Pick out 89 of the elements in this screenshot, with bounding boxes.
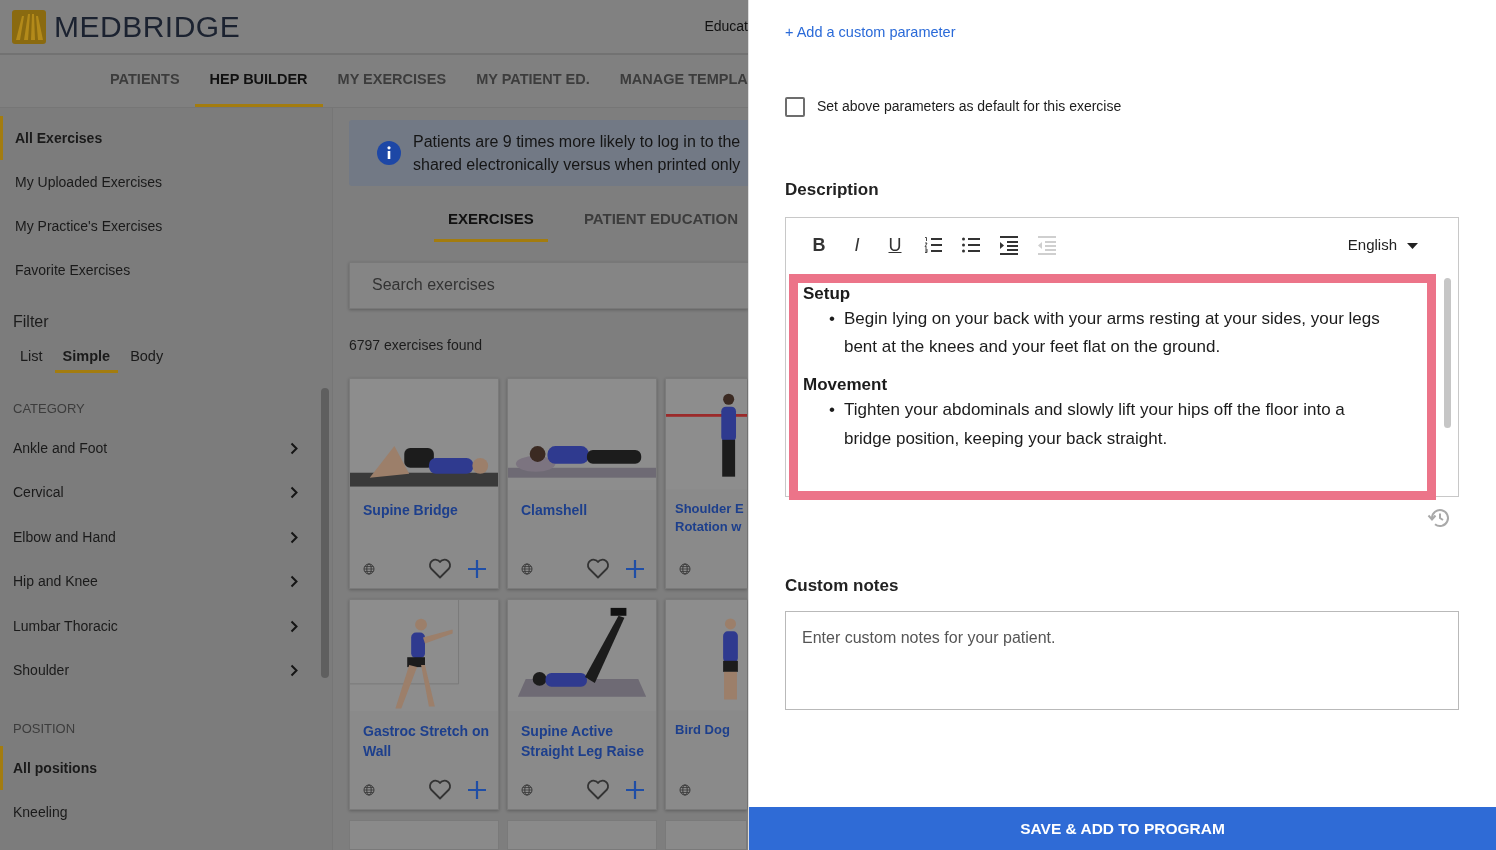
nav-tab[interactable]: MY PATIENT ED. xyxy=(461,55,605,107)
text-editor[interactable] xyxy=(785,216,1459,497)
sidebar-item[interactable]: Favorite Exercises xyxy=(0,248,318,292)
exercise-card[interactable]: Supine Active Straight Leg Raise xyxy=(507,599,657,810)
exercise-card[interactable]: Supine Bridge xyxy=(349,378,499,589)
bullet-mark: • xyxy=(829,399,835,422)
globe-icon[interactable] xyxy=(679,562,691,575)
chevron-right-icon[interactable] xyxy=(290,441,298,455)
section-heading: Description xyxy=(785,179,880,201)
add-icon[interactable] xyxy=(626,559,644,578)
description-heading: Setup xyxy=(803,282,852,305)
category-label: Hip and Knee xyxy=(13,572,98,592)
education-link[interactable]: Educat xyxy=(704,16,748,37)
category-label: Elbow and Hand xyxy=(13,527,116,547)
sidebar-item[interactable]: Kneeling xyxy=(0,790,318,835)
checkbox[interactable] xyxy=(785,96,805,117)
bulleted-list-icon[interactable] xyxy=(961,236,981,255)
caret-icon[interactable] xyxy=(1407,242,1418,249)
section-heading: CATEGORY xyxy=(12,399,86,418)
save-button[interactable]: SAVE & ADD TO PROGRAM xyxy=(749,807,1496,850)
info-message: Patients are 9 times more likely to log in to the shared electronically versus when printed only xyxy=(413,131,741,176)
content-tab[interactable]: EXERCISES xyxy=(434,202,548,242)
exercise-card[interactable]: Gastroc Stretch on Wall xyxy=(349,599,499,810)
history-icon[interactable] xyxy=(1427,506,1451,529)
exercise-title[interactable]: Clamshell xyxy=(508,489,656,550)
filter-title: Filter xyxy=(12,312,50,332)
globe-icon[interactable] xyxy=(363,562,375,575)
section-heading: POSITION xyxy=(12,719,77,738)
heart-icon[interactable] xyxy=(428,779,452,801)
description-text: Begin lying on your back with your arms resting at your sides, your legs bent at the knees and your feet flat on the ground. xyxy=(843,307,1381,359)
globe-icon[interactable] xyxy=(679,783,691,796)
globe-icon[interactable] xyxy=(521,783,533,796)
heart-icon[interactable] xyxy=(428,558,452,580)
content-tab[interactable]: PATIENT EDUCATION xyxy=(569,202,748,242)
category-label: Lumbar Thoracic xyxy=(13,616,118,636)
sidebar-item[interactable]: All Exercises xyxy=(0,116,318,160)
results-count: 6797 exercises found xyxy=(349,336,484,355)
heart-icon[interactable] xyxy=(586,558,610,580)
chevron-right-icon[interactable] xyxy=(290,530,298,544)
underline-button[interactable]: U xyxy=(876,229,914,262)
exercise-title[interactable]: Gastroc Stretch on Wall xyxy=(350,710,498,771)
italic-button[interactable]: I xyxy=(838,229,876,262)
description-text: Tighten your abdominals and slowly lift your hips off the floor into a bridge position, keeping your back straight. xyxy=(843,399,1346,451)
exercise-title[interactable]: Supine Active Straight Leg Raise xyxy=(508,710,656,771)
chevron-right-icon[interactable] xyxy=(290,619,298,633)
add-parameter-link[interactable]: + Add a custom parameter xyxy=(785,24,956,40)
chevron-right-icon[interactable] xyxy=(290,663,298,677)
indent-icon[interactable] xyxy=(999,236,1019,255)
description-heading: Movement xyxy=(803,374,889,397)
chevron-right-icon[interactable] xyxy=(290,575,298,589)
exercise-title[interactable]: Bird Dog xyxy=(666,710,747,771)
info-icon xyxy=(377,141,401,166)
scrollbar[interactable] xyxy=(1443,277,1451,428)
logo-text[interactable]: MEDBRIDGE xyxy=(54,4,241,49)
checkbox-label: Set above parameters as default for this exercise xyxy=(817,97,1122,116)
search-field[interactable]: Search exercises xyxy=(349,261,748,309)
bullet-mark: • xyxy=(829,307,835,330)
numbered-list-icon[interactable] xyxy=(923,236,943,255)
description-content[interactable] xyxy=(789,273,1436,500)
globe-icon[interactable] xyxy=(521,562,533,575)
filter-tab[interactable]: List xyxy=(12,340,51,373)
scrollbar[interactable] xyxy=(321,388,329,678)
nav-tab[interactable]: PATIENTS xyxy=(95,55,195,107)
heart-icon[interactable] xyxy=(586,779,610,801)
exercise-title[interactable]: Supine Bridge xyxy=(350,489,498,550)
sidebar-item[interactable]: My Uploaded Exercises xyxy=(0,160,318,204)
filter-tab[interactable]: Simple xyxy=(54,340,119,373)
exercise-card[interactable]: Bird Dog xyxy=(665,599,747,810)
category-label: Ankle and Foot xyxy=(13,438,108,458)
category-label: Cervical xyxy=(13,483,64,503)
category-label: Shoulder xyxy=(13,660,70,680)
bold-button[interactable]: B xyxy=(800,229,838,262)
language-dropdown[interactable]: English xyxy=(1347,234,1448,257)
sidebar-item[interactable]: My Practice's Exercises xyxy=(0,204,318,248)
chevron-right-icon[interactable] xyxy=(290,486,298,500)
globe-icon[interactable] xyxy=(363,783,375,796)
section-heading: Custom notes xyxy=(785,574,900,597)
nav-tab[interactable]: MANAGE TEMPLA xyxy=(604,55,748,107)
add-icon[interactable] xyxy=(468,780,486,799)
add-icon[interactable] xyxy=(468,559,486,578)
sidebar-item[interactable]: All positions xyxy=(0,746,318,791)
exercise-card[interactable]: Shoulder E Rotation w xyxy=(665,378,747,589)
logo-icon xyxy=(12,9,46,44)
filter-tab[interactable]: Body xyxy=(122,340,172,373)
add-icon[interactable] xyxy=(626,780,644,799)
notes-field[interactable]: Enter custom notes for your patient. xyxy=(785,611,1459,710)
exercise-title[interactable]: Shoulder E Rotation w xyxy=(666,489,747,550)
exercise-card[interactable]: Clamshell xyxy=(507,378,657,589)
nav-tab[interactable]: MY EXERCISES xyxy=(322,55,462,107)
